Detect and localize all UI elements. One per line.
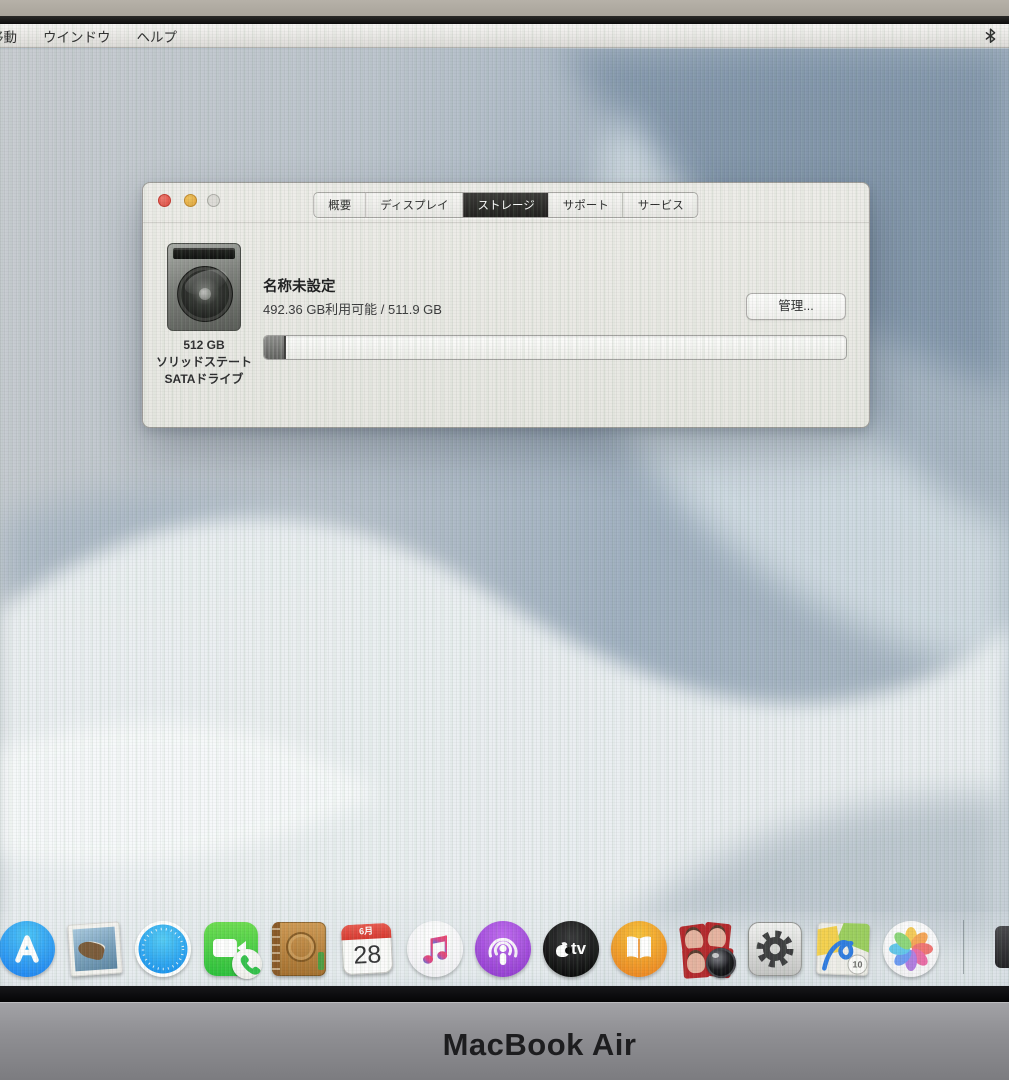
phone-handset-icon xyxy=(232,949,262,979)
podcasts-icon xyxy=(475,921,531,977)
maps-icon: 10 xyxy=(816,922,870,976)
dock-item-partial[interactable] xyxy=(995,926,1009,968)
books-icon xyxy=(611,921,667,977)
safari-icon xyxy=(135,921,191,977)
photos-icon xyxy=(883,921,939,977)
menu-item-help[interactable]: ヘルプ xyxy=(135,26,180,46)
dock-item-app-store[interactable] xyxy=(0,920,56,978)
dock-item-calendar[interactable]: 6月 28 xyxy=(338,920,396,978)
storage-bar xyxy=(263,335,847,360)
menu-item-window[interactable]: ウインドウ xyxy=(41,26,113,46)
menu-bar: 移動 ウインドウ ヘルプ xyxy=(0,24,1009,48)
window-titlebar[interactable]: 概要 ディスプレイ ストレージ サポート サービス xyxy=(143,183,869,223)
dock: 6月 28 xyxy=(0,920,940,978)
manage-button[interactable]: 管理... xyxy=(746,293,846,320)
contacts-icon xyxy=(272,922,326,976)
laptop-display: 移動 ウインドウ ヘルプ xyxy=(0,24,1009,986)
drive-capacity: 512 GB xyxy=(149,337,259,354)
hard-disk-icon xyxy=(167,243,241,331)
storage-pane: 512 GB ソリッドステート SATAドライブ 名称未設定 492.36 GB… xyxy=(143,223,869,428)
app-store-icon xyxy=(0,921,55,977)
tab-overview[interactable]: 概要 xyxy=(314,193,366,217)
screen-bezel-bottom xyxy=(0,986,1009,1002)
zoom-button-disabled xyxy=(207,194,220,207)
tab-displays[interactable]: ディスプレイ xyxy=(366,193,463,217)
desktop: 概要 ディスプレイ ストレージ サポート サービス 512 GB xyxy=(0,49,1009,986)
dock-item-music[interactable] xyxy=(406,920,464,978)
gear-icon xyxy=(748,922,802,976)
dock-item-system-preferences[interactable] xyxy=(746,920,804,978)
facetime-icon xyxy=(204,922,258,976)
dock-item-safari[interactable] xyxy=(134,920,192,978)
dock-item-maps[interactable]: 10 xyxy=(814,920,872,978)
dock-item-photo-booth[interactable] xyxy=(678,920,736,978)
photo-environment-strip xyxy=(0,0,1009,16)
close-button[interactable] xyxy=(158,194,171,207)
apple-tv-icon: tv xyxy=(543,921,599,977)
dock-item-podcasts[interactable] xyxy=(474,920,532,978)
volume-name: 名称未設定 xyxy=(263,275,336,296)
tab-support[interactable]: サポート xyxy=(549,193,624,217)
dock-item-apple-tv[interactable]: tv xyxy=(542,920,600,978)
drive-type-line1: ソリッドステート xyxy=(149,354,259,371)
photo-booth-icon xyxy=(680,922,734,976)
minimize-button[interactable] xyxy=(184,194,197,207)
music-icon xyxy=(407,921,463,977)
dock-item-mail[interactable] xyxy=(66,920,124,978)
dock-item-photos[interactable] xyxy=(882,920,940,978)
apple-logo-icon xyxy=(556,942,569,957)
dock-item-contacts[interactable] xyxy=(270,920,328,978)
screen-bezel-top xyxy=(0,16,1009,24)
bluetooth-icon[interactable] xyxy=(984,28,997,44)
drive-type-line2: SATAドライブ xyxy=(149,371,259,388)
tab-service[interactable]: サービス xyxy=(624,193,698,217)
mail-icon xyxy=(67,921,123,977)
about-tabs: 概要 ディスプレイ ストレージ サポート サービス xyxy=(313,192,698,218)
about-this-mac-window: 概要 ディスプレイ ストレージ サポート サービス 512 GB xyxy=(142,182,870,428)
laptop-deck: MacBook Air xyxy=(0,1002,1009,1080)
calendar-icon: 6月 28 xyxy=(341,923,394,976)
dock-item-books[interactable] xyxy=(610,920,668,978)
apple-tv-text: tv xyxy=(571,939,586,959)
tab-storage[interactable]: ストレージ xyxy=(463,193,548,217)
menu-item-go[interactable]: 移動 xyxy=(0,26,19,46)
dock-separator xyxy=(963,920,964,974)
calendar-day: 28 xyxy=(342,938,394,974)
camera-lens-icon xyxy=(706,948,736,978)
device-label: MacBook Air xyxy=(0,1027,1009,1063)
storage-bar-used xyxy=(264,336,286,359)
drive-label: 512 GB ソリッドステート SATAドライブ xyxy=(149,337,259,388)
volume-availability: 492.36 GB利用可能 / 511.9 GB xyxy=(263,299,442,318)
dock-item-facetime[interactable] xyxy=(202,920,260,978)
